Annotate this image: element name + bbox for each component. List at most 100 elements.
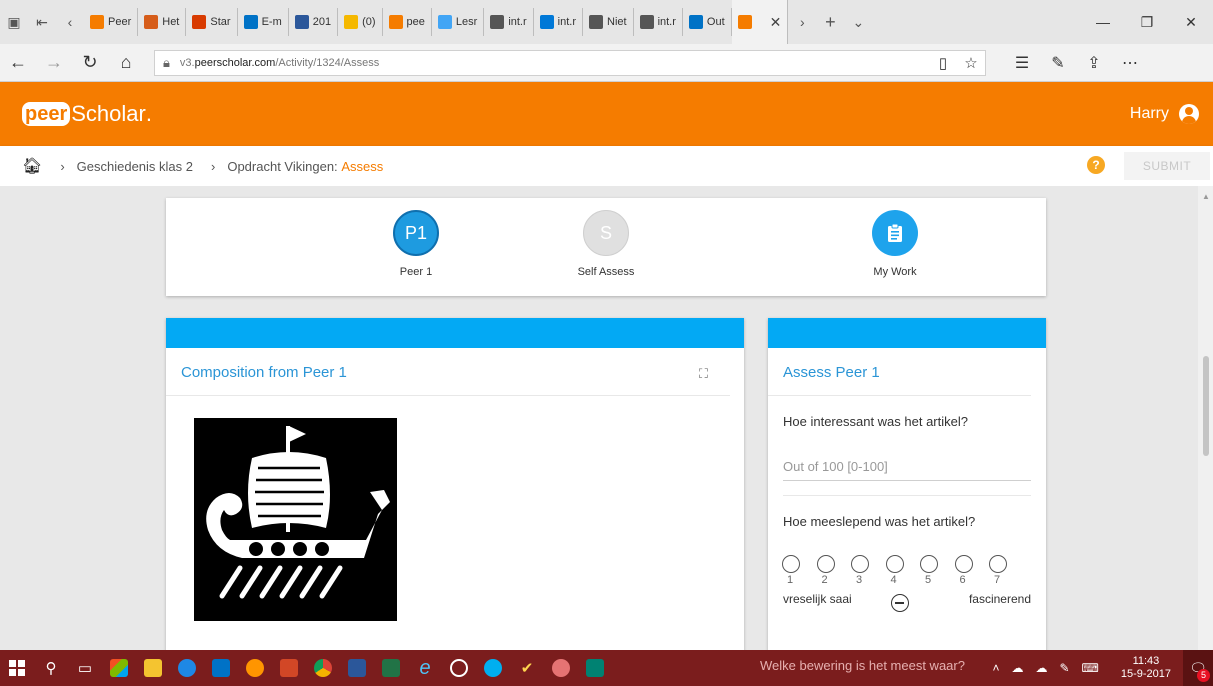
tab-label: Niet xyxy=(607,16,627,28)
browser-tab[interactable]: (0) xyxy=(338,8,383,36)
step-badge: P1 xyxy=(393,210,439,256)
forward-icon[interactable]: → xyxy=(36,44,72,82)
keyboard-icon[interactable]: ⌨ xyxy=(1076,661,1105,675)
rating-option[interactable]: 6 xyxy=(954,555,990,586)
browser-tab[interactable]: E-m xyxy=(238,8,289,36)
scroll-up-icon[interactable]: ▲ xyxy=(1202,192,1210,201)
radio-button[interactable] xyxy=(851,555,869,573)
radio-button[interactable] xyxy=(885,555,904,573)
restore-icon[interactable]: ❐ xyxy=(1125,14,1169,31)
tab-scroll-right-icon[interactable]: › xyxy=(788,0,816,44)
home-icon[interactable]: ⌂ xyxy=(108,44,144,82)
web-note-icon[interactable]: ✎ xyxy=(1040,53,1076,73)
refresh-icon[interactable]: ↻ xyxy=(72,44,108,82)
browser-tab[interactable]: Het xyxy=(138,8,187,36)
radio-button[interactable] xyxy=(954,555,973,573)
browser-tab[interactable]: Niet xyxy=(583,8,634,36)
rating-option[interactable]: 5 xyxy=(920,555,955,586)
clear-rating-icon[interactable] xyxy=(891,594,909,612)
close-window-icon[interactable]: ✕ xyxy=(1169,14,1213,31)
browser-tab[interactable]: int.r xyxy=(634,8,683,36)
tab-scroll-left-icon[interactable]: ‹ xyxy=(56,0,84,44)
minimize-icon[interactable]: — xyxy=(1081,14,1125,31)
action-center-icon[interactable]: 🗨︎ 5 xyxy=(1183,650,1213,686)
taskbar-app-outlook-icon[interactable] xyxy=(204,650,238,686)
taskbar-app-media-icon[interactable] xyxy=(442,650,476,686)
network-icon[interactable]: ☁ xyxy=(1029,661,1053,675)
score-input[interactable]: Out of 100 [0-100] xyxy=(783,459,1031,481)
taskbar-app-excel-icon[interactable] xyxy=(374,650,408,686)
back-icon[interactable]: ← xyxy=(0,44,36,82)
step-self-assess[interactable]: S Self Assess xyxy=(546,210,666,278)
more-menu-icon[interactable]: ⋯ xyxy=(1112,53,1148,73)
browser-tab[interactable]: int.r xyxy=(484,8,534,36)
radio-button[interactable] xyxy=(989,555,1007,573)
tab-preview-chevron-icon[interactable]: ⌄ xyxy=(844,0,872,44)
taskbar-app-word-icon[interactable] xyxy=(340,650,374,686)
browser-tab[interactable]: int.r xyxy=(534,8,583,36)
tab-favicon-icon xyxy=(344,15,359,29)
taskbar-app-firefox-icon[interactable] xyxy=(238,650,272,686)
taskbar-app-powerpoint-icon[interactable] xyxy=(272,650,306,686)
question-2-label: Hoe meeslepend was het artikel? xyxy=(783,514,976,529)
active-tab[interactable]: ✕ xyxy=(731,0,789,44)
onedrive-icon[interactable]: ☁ xyxy=(1005,661,1029,675)
help-icon[interactable]: ? xyxy=(1087,156,1105,174)
expand-fullscreen-icon[interactable]: ⛶ xyxy=(699,366,708,382)
breadcrumb-course[interactable]: Geschiedenis klas 2 xyxy=(77,159,193,174)
taskbar-app-chrome-icon[interactable] xyxy=(306,650,340,686)
close-tab-icon[interactable]: ✕ xyxy=(770,14,782,31)
scrollbar-thumb[interactable] xyxy=(1203,356,1209,456)
favorite-star-icon[interactable]: ☆ xyxy=(957,54,985,72)
windows-taskbar: ⚲ ▭ e ✔ Welke bewering is het meest waar… xyxy=(0,650,1213,686)
taskbar-app-paint-icon[interactable] xyxy=(102,650,136,686)
rating-option[interactable]: 7 xyxy=(989,555,1024,586)
taskbar-app-explorer-icon[interactable] xyxy=(136,650,170,686)
taskbar-app-ie-icon[interactable]: e xyxy=(408,650,442,686)
rating-option[interactable]: 3 xyxy=(851,555,886,586)
show-hidden-icons-icon[interactable]: ˄ xyxy=(986,661,1005,675)
step-peer-1[interactable]: P1 Peer 1 xyxy=(356,210,476,278)
favorites-hub-icon[interactable]: ☰ xyxy=(1004,53,1040,73)
new-tab-icon[interactable]: + xyxy=(816,0,844,44)
breadcrumb-assignment[interactable]: Opdracht Vikingen: xyxy=(227,159,337,174)
step-my-work[interactable]: My Work xyxy=(835,210,955,278)
peerscholar-logo[interactable]: peer Scholar. xyxy=(22,101,152,127)
url-field[interactable]: 🔒︎ v3. peerscholar.com/Activity/1324/Asse… xyxy=(154,49,986,76)
browser-tab[interactable]: pee xyxy=(383,8,432,36)
set-aside-tabs-icon[interactable]: ⇤ xyxy=(28,0,56,44)
browser-tab[interactable]: Out xyxy=(683,8,732,36)
breadcrumb-home-icon[interactable]: 🏠︎ xyxy=(22,156,42,176)
taskbar-app-snipping-icon[interactable] xyxy=(544,650,578,686)
taskbar-app-skype-icon[interactable] xyxy=(476,650,510,686)
assess-title: Assess Peer 1 xyxy=(768,348,1031,396)
submit-button[interactable]: SUBMIT xyxy=(1124,152,1210,180)
browser-tab[interactable]: Lesr xyxy=(432,8,485,36)
taskbar-app-sway-icon[interactable] xyxy=(578,650,612,686)
app-header: peer Scholar. Harry xyxy=(0,82,1213,146)
tab-actions-icon[interactable]: ▣ xyxy=(0,0,28,44)
rating-option[interactable]: 4 xyxy=(885,555,921,586)
taskbar-app-edge-icon[interactable] xyxy=(170,650,204,686)
pen-icon[interactable]: ✎ xyxy=(1053,661,1075,675)
task-view-icon[interactable]: ▭ xyxy=(68,650,102,686)
radio-button[interactable] xyxy=(782,555,800,573)
page-scrollbar[interactable]: ▲ xyxy=(1198,186,1213,650)
browser-tab[interactable]: 201 xyxy=(289,8,339,36)
radio-button[interactable] xyxy=(920,555,938,573)
tab-favicon-icon xyxy=(688,15,703,29)
user-menu[interactable]: Harry xyxy=(1130,104,1199,124)
radio-button[interactable] xyxy=(816,555,835,573)
reading-view-icon[interactable]: ▯ xyxy=(929,54,957,72)
search-icon[interactable]: ⚲ xyxy=(34,650,68,686)
tab-label: (0) xyxy=(362,16,376,28)
start-button[interactable] xyxy=(0,650,34,686)
rating-option[interactable]: 1 xyxy=(782,555,817,586)
browser-tab[interactable]: Star xyxy=(186,8,238,36)
address-bar: ← → ↻ ⌂ 🔒︎ v3. peerscholar.com/Activity/1… xyxy=(0,44,1213,82)
clock[interactable]: 11:43 15-9-2017 xyxy=(1121,655,1171,681)
taskbar-app-check-icon[interactable]: ✔ xyxy=(510,650,544,686)
rating-option[interactable]: 2 xyxy=(816,555,852,586)
share-icon[interactable]: ⇪ xyxy=(1076,53,1112,73)
browser-tab[interactable]: Peer xyxy=(84,8,139,36)
